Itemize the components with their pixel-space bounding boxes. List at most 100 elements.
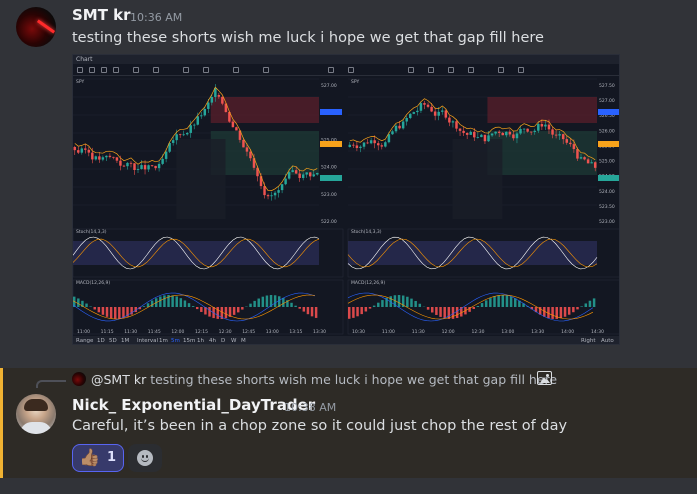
reply-spine: [36, 380, 66, 388]
macd-histogram-bar: [114, 307, 117, 319]
candle-body: [387, 134, 391, 143]
macd-histogram-bar: [306, 307, 310, 315]
interval-option[interactable]: M: [241, 336, 246, 344]
macd-histogram-bar: [509, 296, 513, 307]
message-text: Careful, it’s been in a chop zone so it …: [72, 418, 568, 434]
macd-histogram-bar: [397, 295, 401, 307]
candle-body: [490, 133, 494, 136]
macd-histogram-bar: [431, 307, 434, 313]
interval-option[interactable]: 1m: [159, 336, 168, 344]
candle-body: [129, 162, 133, 164]
price-badge: [320, 175, 342, 181]
macd-histogram-bar: [253, 300, 256, 307]
time-axis-label: 10:30: [352, 329, 365, 335]
macd-histogram-bar: [418, 303, 422, 307]
right-scale-button[interactable]: Right: [581, 336, 595, 344]
candle-body: [430, 106, 433, 112]
price-badge: [598, 109, 619, 115]
time-axis-label: 14:30: [591, 329, 604, 335]
price-axis-label: 526.00: [599, 128, 615, 134]
left-macd-label: MACD(12,26,9): [76, 281, 111, 286]
macd-histogram-bar: [480, 303, 484, 307]
chart-bottom-bar: Range 1D 5D 1M Interval 1m 5m 15m 1h 4h …: [73, 336, 619, 344]
range-option[interactable]: 1M: [121, 336, 129, 344]
macd-histogram-bar: [439, 307, 442, 317]
time-axis-label: 12:45: [242, 329, 255, 335]
interval-option-active[interactable]: 5m: [171, 336, 180, 344]
macd-histogram-bar: [584, 303, 588, 307]
candle-body: [384, 142, 387, 147]
range-option[interactable]: 5D: [109, 336, 117, 344]
macd-histogram-bar: [414, 300, 417, 307]
left-chart-pane: 527.00526.00525.00524.00523.00522.0011:0…: [73, 78, 344, 335]
user-avatar-smt[interactable]: [16, 7, 56, 47]
macd-histogram-bar: [360, 307, 363, 315]
macd-histogram-bar: [572, 307, 575, 313]
candle-body: [273, 192, 277, 196]
candle-body: [583, 157, 586, 160]
candle-body: [444, 110, 448, 118]
user-avatar-nick[interactable]: [16, 394, 56, 434]
candle-body: [426, 104, 430, 107]
interval-option[interactable]: 15m: [183, 336, 195, 344]
candle-body: [558, 134, 561, 136]
macd-histogram-bar: [294, 305, 297, 307]
interval-option[interactable]: 4h: [209, 336, 216, 344]
macd-histogram-bar: [179, 298, 183, 307]
macd-histogram-bar: [257, 298, 260, 307]
candle-body: [308, 172, 312, 177]
candle-body: [196, 116, 199, 125]
interval-option[interactable]: 1h: [197, 336, 204, 344]
username-smt[interactable]: SMT kr: [72, 6, 131, 24]
candle-body: [547, 124, 551, 130]
macd-histogram-bar: [216, 307, 219, 319]
macd-histogram-bar: [580, 306, 583, 307]
candle-body: [94, 156, 98, 160]
candle-body: [242, 139, 245, 148]
macd-histogram-bar: [501, 295, 505, 307]
macd-histogram-bar: [196, 307, 199, 310]
auto-scale-button[interactable]: Auto: [601, 336, 614, 344]
mention-highlight-bar: [0, 368, 3, 478]
candle-body: [416, 110, 419, 113]
candle-body: [505, 131, 508, 136]
thumbs-up-reaction[interactable]: 👍🏽 1: [72, 444, 124, 472]
candle-body: [409, 113, 412, 118]
range-option[interactable]: 1D: [97, 336, 105, 344]
candle-body: [221, 96, 224, 104]
macd-histogram-bar: [435, 307, 438, 315]
reply-preview[interactable]: @SMT kr testing these shorts wish me luc…: [91, 372, 557, 387]
time-axis-label: 12:00: [171, 329, 184, 335]
candle-body: [497, 131, 501, 133]
reply-mention[interactable]: @SMT kr: [91, 372, 146, 387]
price-axis-label: 527.00: [321, 83, 337, 89]
chart-screenshot-attachment[interactable]: Chart 527.00526.00525.00524.00523.00522.…: [72, 54, 620, 345]
left-stoch-label: Stoch(14,3,3): [76, 230, 107, 235]
macd-histogram-bar: [484, 300, 488, 307]
candle-body: [590, 162, 593, 164]
interval-option[interactable]: D: [221, 336, 225, 344]
interval-option[interactable]: W: [231, 336, 236, 344]
candle-body: [359, 146, 362, 149]
price-axis-label: 523.50: [599, 204, 615, 210]
candle-body: [533, 130, 536, 132]
candle-body: [522, 128, 526, 130]
candle-body: [462, 130, 465, 133]
candle-body: [280, 184, 284, 191]
add-reaction-button[interactable]: [128, 444, 162, 472]
username-nick[interactable]: Nick_ Exponential_DayTrader: [72, 396, 315, 414]
candle-body: [98, 156, 101, 160]
candle-body: [161, 158, 164, 164]
candle-body: [193, 124, 196, 126]
candle-body: [210, 96, 214, 103]
macd-histogram-bar: [368, 307, 372, 309]
candle-body: [529, 131, 533, 133]
macd-histogram-bar: [142, 306, 146, 307]
macd-histogram-bar: [163, 295, 166, 307]
price-axis-label: 523.00: [321, 192, 337, 198]
candle-body: [423, 103, 426, 105]
candle-body: [458, 128, 462, 131]
chart-canvas: 527.00 526.00 525.00 524.00 523.00 522.00 11:0…: [73, 78, 619, 335]
reply-avatar[interactable]: [72, 372, 86, 386]
candle-body: [150, 165, 154, 167]
